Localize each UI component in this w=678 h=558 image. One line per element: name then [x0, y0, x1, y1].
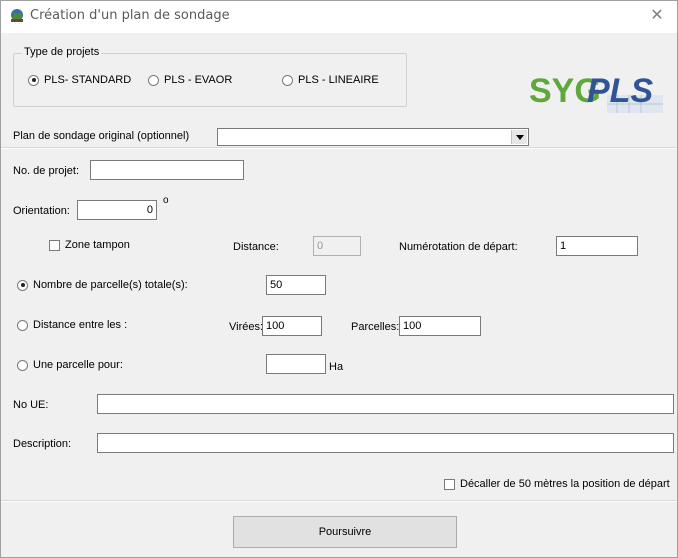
- title-bar[interactable]: Création d'un plan de sondage ✕: [1, 1, 677, 33]
- virees-label: Virées:: [229, 321, 264, 333]
- degree-unit: o: [163, 195, 169, 206]
- project-no-label: No. de projet:: [13, 165, 80, 177]
- radio-pls-lineaire[interactable]: PLS - LINEAIRE: [282, 74, 379, 86]
- description-label: Description:: [13, 438, 72, 450]
- separator-highlight: [1, 148, 677, 149]
- app-icon: [11, 9, 23, 22]
- virees-input[interactable]: 100: [262, 316, 322, 336]
- dialog-window: Création d'un plan de sondage ✕ Type de …: [0, 0, 678, 558]
- parcelles-input[interactable]: 100: [399, 316, 481, 336]
- no-ue-input[interactable]: [97, 394, 674, 414]
- combo-dropdown-button[interactable]: [511, 130, 527, 144]
- radio-indicator: [28, 74, 39, 86]
- numbering-label: Numérotation de départ:: [399, 241, 518, 253]
- radio-distance-between[interactable]: Distance entre les :: [17, 319, 127, 331]
- checkbox-indicator: [49, 239, 60, 251]
- numbering-input[interactable]: 1: [556, 236, 638, 256]
- radio-label: PLS - LINEAIRE: [298, 74, 379, 86]
- zone-tampon-checkbox[interactable]: Zone tampon: [49, 239, 130, 251]
- description-input[interactable]: [97, 433, 674, 453]
- total-plots-label: Nombre de parcelle(s) totale(s):: [33, 279, 188, 291]
- offset-start-label: Décaller de 50 mètres la position de dép…: [460, 478, 670, 490]
- original-plan-label: Plan de sondage original (optionnel): [13, 130, 190, 142]
- distance-between-label: Distance entre les :: [33, 319, 128, 331]
- total-plots-input[interactable]: 50: [266, 275, 326, 295]
- dialog-body: Type de projets PLS- STANDARD PLS - EVAO…: [1, 33, 677, 557]
- zone-tampon-label: Zone tampon: [65, 239, 130, 251]
- hectare-unit: Ha: [329, 361, 344, 373]
- radio-label: PLS- STANDARD: [44, 74, 132, 86]
- radio-one-plot-per[interactable]: Une parcelle pour:: [17, 359, 123, 371]
- logo-pls: PLS: [587, 72, 653, 110]
- close-icon: ✕: [650, 7, 664, 24]
- one-plot-per-label: Une parcelle pour:: [33, 359, 123, 371]
- no-ue-label: No UE:: [13, 399, 49, 411]
- radio-pls-standard[interactable]: PLS- STANDARD: [28, 74, 131, 86]
- sygpls-logo: SYG PLS: [529, 72, 663, 113]
- offset-start-checkbox[interactable]: Décaller de 50 mètres la position de dép…: [444, 478, 670, 490]
- radio-indicator: [148, 74, 159, 86]
- continue-button[interactable]: Poursuivre: [233, 516, 457, 548]
- project-type-group: Type de projets PLS- STANDARD PLS - EVAO…: [13, 46, 407, 107]
- radio-pls-evaor[interactable]: PLS - EVAOR: [148, 74, 232, 86]
- radio-label: PLS - EVAOR: [164, 74, 233, 86]
- radio-indicator: [17, 279, 28, 291]
- radio-indicator: [17, 319, 28, 331]
- radio-indicator: [282, 74, 293, 86]
- orientation-input[interactable]: 0: [77, 200, 157, 220]
- distance-input[interactable]: 0: [313, 236, 361, 256]
- radio-indicator: [17, 359, 28, 371]
- radio-total-plots[interactable]: Nombre de parcelle(s) totale(s):: [17, 279, 188, 291]
- checkbox-indicator: [444, 478, 455, 490]
- close-button[interactable]: ✕: [639, 3, 675, 29]
- separator-highlight: [1, 501, 677, 502]
- orientation-label: Orientation:: [13, 205, 70, 217]
- parcelles-label: Parcelles:: [351, 321, 400, 333]
- chevron-down-icon: [515, 134, 524, 140]
- project-no-input[interactable]: [90, 160, 244, 180]
- distance-label: Distance:: [233, 241, 279, 253]
- window-title: Création d'un plan de sondage: [30, 8, 230, 23]
- original-plan-combo[interactable]: [217, 128, 529, 146]
- one-plot-per-input[interactable]: [266, 354, 326, 374]
- project-type-label: Type de projets: [22, 46, 102, 58]
